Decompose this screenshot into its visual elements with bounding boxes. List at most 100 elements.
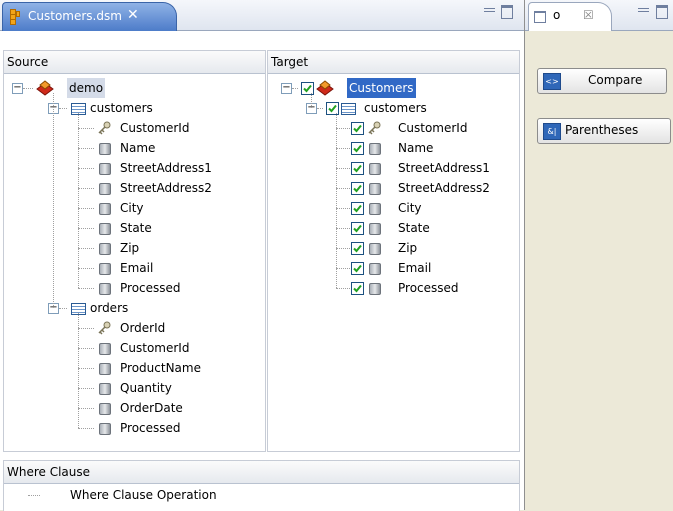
column-icon: [96, 380, 112, 396]
tree-node-column[interactable]: OrderId: [4, 318, 259, 338]
editor-tab-label: Customers.dsm: [28, 9, 122, 23]
table-icon: [340, 100, 356, 116]
tree-node-column[interactable]: Name: [268, 138, 513, 158]
tree-node-column[interactable]: Zip: [268, 238, 513, 258]
close-tab-icon[interactable]: ✕: [127, 7, 139, 23]
compare-icon: <>: [543, 73, 561, 90]
source-tree[interactable]: − demo − customers CustomerId Name Stree: [4, 74, 265, 451]
maximize-icon[interactable]: [656, 5, 668, 19]
tree-node-column[interactable]: Email: [4, 258, 259, 278]
tree-node-column[interactable]: Processed: [4, 278, 259, 298]
key-icon: [96, 120, 112, 136]
tree-node-column[interactable]: Processed: [4, 418, 259, 438]
tree-node-column[interactable]: CustomerId: [268, 118, 513, 138]
column-icon: [96, 400, 112, 416]
tree-node-column[interactable]: Name: [4, 138, 259, 158]
where-clause-panel: Where Clause Where Clause Operation: [3, 460, 520, 511]
where-clause-operation-row[interactable]: Where Clause Operation: [4, 485, 519, 505]
tree-node-column[interactable]: State: [4, 218, 259, 238]
tree-node-label: OrderId: [120, 321, 166, 335]
tree-node-table[interactable]: − customers: [268, 98, 513, 118]
checkbox[interactable]: [351, 242, 364, 255]
editor-tab[interactable]: Customers.dsm ✕: [2, 2, 177, 31]
editor-window-controls: [484, 4, 518, 20]
tree-node-column[interactable]: Quantity: [4, 378, 259, 398]
tree-node-label: Email: [120, 261, 154, 275]
tree-node-column[interactable]: City: [4, 198, 259, 218]
tree-node-column[interactable]: StreetAddress2: [268, 178, 513, 198]
tree-node-label: Email: [398, 261, 432, 275]
tree-node-table[interactable]: − customers: [4, 98, 259, 118]
tree-node-column[interactable]: Zip: [4, 238, 259, 258]
close-view-icon[interactable]: ☒: [583, 8, 594, 22]
tree-node-column[interactable]: CustomerId: [4, 118, 259, 138]
target-header: Target: [268, 51, 519, 74]
source-panel: Source − demo − customers CustomerId Nam…: [3, 50, 266, 452]
checkbox[interactable]: [351, 202, 364, 215]
checkbox[interactable]: [351, 262, 364, 275]
database-icon: [36, 80, 54, 96]
column-icon: [96, 140, 112, 156]
view-icon: [534, 11, 546, 23]
tree-node-column[interactable]: ProductName: [4, 358, 259, 378]
compare-button[interactable]: <> Compare: [537, 68, 667, 94]
tree-node-root[interactable]: − Customers: [268, 78, 513, 98]
tree-node-column[interactable]: StreetAddress1: [268, 158, 513, 178]
checkbox[interactable]: [326, 102, 339, 115]
maximize-icon[interactable]: [501, 5, 513, 19]
tree-node-table[interactable]: − orders: [4, 298, 259, 318]
tree-node-label: StreetAddress1: [398, 161, 490, 175]
target-panel: Target − Customers − customers CustomerI…: [267, 50, 520, 452]
column-icon: [96, 340, 112, 356]
collapse-icon[interactable]: −: [281, 83, 292, 94]
column-icon: [366, 280, 382, 296]
tree-node-label: CustomerId: [120, 341, 190, 355]
checkbox[interactable]: [351, 282, 364, 295]
tree-node-label: State: [398, 221, 430, 235]
checkbox[interactable]: [351, 122, 364, 135]
tree-node-label: City: [398, 201, 422, 215]
db-schema-icon: [10, 9, 22, 25]
tree-node-label: OrderDate: [120, 401, 183, 415]
column-icon: [366, 140, 382, 156]
key-icon: [96, 320, 112, 336]
collapse-icon[interactable]: −: [12, 83, 23, 94]
checkbox[interactable]: [351, 142, 364, 155]
tree-node-label: ProductName: [120, 361, 201, 375]
target-header-label: Target: [271, 55, 309, 69]
side-tab[interactable]: o ☒: [528, 2, 612, 31]
tree-node-column[interactable]: Processed: [268, 278, 513, 298]
key-icon: [366, 120, 382, 136]
target-tree[interactable]: − Customers − customers CustomerId Name …: [268, 74, 519, 451]
parentheses-icon: &|: [543, 123, 561, 140]
tree-node-label: CustomerId: [120, 121, 190, 135]
tree-node-column[interactable]: Email: [268, 258, 513, 278]
parentheses-button[interactable]: &| Parentheses: [537, 118, 671, 144]
column-icon: [366, 240, 382, 256]
tree-node-label: CustomerId: [398, 121, 468, 135]
checkbox[interactable]: [351, 162, 364, 175]
tree-node-column[interactable]: CustomerId: [4, 338, 259, 358]
column-icon: [96, 420, 112, 436]
tree-node-column[interactable]: StreetAddress1: [4, 158, 259, 178]
tree-node-label: customers: [90, 101, 153, 115]
checkbox[interactable]: [351, 222, 364, 235]
tree-node-label: Processed: [120, 421, 181, 435]
source-header-label: Source: [7, 55, 49, 69]
tree-node-column[interactable]: OrderDate: [4, 398, 259, 418]
tree-node-column[interactable]: StreetAddress2: [4, 178, 259, 198]
tree-node-column[interactable]: City: [268, 198, 513, 218]
tree-node-column[interactable]: State: [268, 218, 513, 238]
column-icon: [366, 200, 382, 216]
checkbox[interactable]: [301, 82, 314, 95]
side-tab-label: o: [553, 8, 561, 22]
checkbox[interactable]: [351, 182, 364, 195]
side-window-controls: [636, 4, 672, 20]
column-icon: [96, 200, 112, 216]
minimize-icon[interactable]: [638, 8, 649, 12]
minimize-icon[interactable]: [484, 8, 495, 12]
tree-node-root[interactable]: − demo: [4, 78, 259, 98]
column-icon: [366, 160, 382, 176]
tree-node-label: StreetAddress2: [120, 181, 212, 195]
column-icon: [96, 360, 112, 376]
